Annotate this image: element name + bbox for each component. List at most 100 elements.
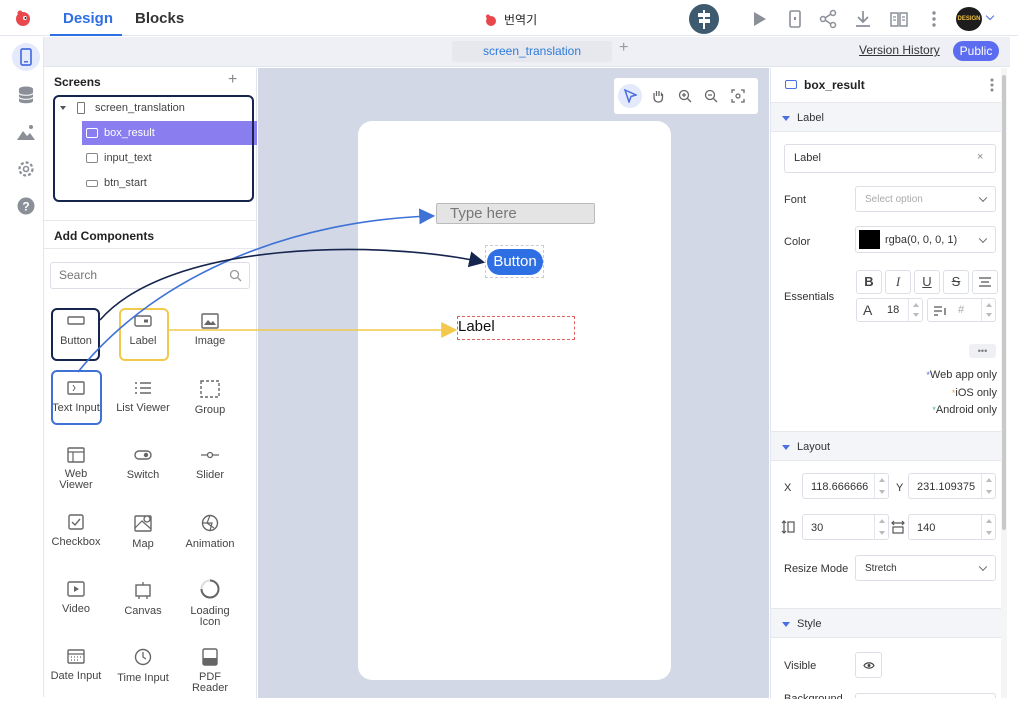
share-icon[interactable] bbox=[818, 9, 838, 29]
component-map[interactable]: Map bbox=[111, 514, 175, 550]
preview-button[interactable]: Button bbox=[487, 249, 543, 275]
guide-signpost-icon[interactable] bbox=[689, 4, 719, 34]
underline-button[interactable]: U bbox=[914, 270, 940, 294]
text-align-button[interactable] bbox=[972, 270, 998, 294]
fit-screen-icon[interactable] bbox=[731, 89, 745, 103]
component-canvas[interactable]: Canvas bbox=[111, 581, 175, 617]
component-label: Canvas bbox=[124, 605, 162, 617]
zoom-in-icon[interactable] bbox=[678, 89, 692, 103]
database-icon[interactable] bbox=[16, 85, 36, 105]
project-title: 번역기 bbox=[484, 11, 537, 28]
y-field[interactable]: 231.109375 bbox=[908, 473, 996, 499]
resize-mode-select[interactable]: Stretch bbox=[855, 555, 996, 581]
component-checkbox[interactable]: Checkbox bbox=[44, 514, 108, 548]
component-list-viewer[interactable]: List Viewer bbox=[111, 380, 175, 414]
tab-blocks[interactable]: Blocks bbox=[135, 10, 184, 27]
section-label-header[interactable]: Label bbox=[771, 102, 1003, 132]
resize-mode-label: Resize Mode bbox=[784, 563, 849, 575]
italic-button[interactable]: I bbox=[885, 270, 911, 294]
svg-text:?: ? bbox=[22, 200, 29, 214]
component-label: Animation bbox=[185, 538, 235, 550]
tab-screen-translation[interactable]: screen_translation bbox=[452, 41, 612, 62]
add-screen-button[interactable]: + bbox=[228, 71, 237, 89]
width-field[interactable]: 140 bbox=[908, 514, 996, 540]
public-button[interactable]: Public bbox=[953, 41, 999, 61]
stepper-arrows[interactable] bbox=[981, 474, 995, 498]
component-loading-icon[interactable]: Loading Icon bbox=[178, 578, 242, 628]
stepper-arrows[interactable] bbox=[874, 515, 888, 539]
stepper-arrows[interactable] bbox=[981, 515, 995, 539]
device-preview-icon[interactable] bbox=[785, 9, 805, 29]
component-time-input[interactable]: Time Input bbox=[111, 648, 175, 684]
line-height-placeholder: # bbox=[958, 304, 965, 316]
visible-toggle[interactable] bbox=[855, 652, 882, 678]
pdf-icon bbox=[202, 648, 218, 666]
group-component-icon bbox=[200, 380, 220, 398]
image-component-icon bbox=[201, 313, 219, 329]
scrollbar-thumb[interactable] bbox=[1002, 75, 1006, 530]
user-avatar[interactable]: DESIGN bbox=[956, 7, 982, 31]
height-value: 30 bbox=[811, 522, 824, 534]
height-field[interactable]: 30 bbox=[802, 514, 889, 540]
screens-phone-icon[interactable] bbox=[16, 47, 36, 67]
assets-image-icon[interactable] bbox=[16, 123, 36, 143]
line-height-field[interactable]: # bbox=[927, 298, 996, 322]
chevron-down-icon[interactable] bbox=[985, 11, 995, 21]
x-field[interactable]: 118.666666 bbox=[802, 473, 889, 499]
settings-gear-icon[interactable] bbox=[16, 159, 36, 179]
app-logo-icon[interactable] bbox=[14, 9, 32, 27]
stepper-arrows[interactable] bbox=[908, 299, 922, 321]
component-pdf-reader[interactable]: PDF Reader bbox=[178, 648, 242, 694]
book-icon[interactable] bbox=[889, 9, 909, 29]
color-swatch bbox=[859, 230, 880, 249]
component-label: Date Input bbox=[50, 670, 102, 682]
zoom-out-icon[interactable] bbox=[704, 89, 718, 103]
preview-label-selected[interactable]: Label bbox=[457, 316, 575, 340]
bold-button[interactable]: B bbox=[856, 270, 882, 294]
preview-text-input[interactable]: Type here bbox=[436, 203, 595, 224]
play-icon[interactable] bbox=[749, 9, 769, 29]
help-icon[interactable]: ? bbox=[16, 196, 36, 216]
active-tab-indicator bbox=[50, 34, 122, 36]
version-history-link[interactable]: Version History bbox=[859, 43, 940, 57]
more-vertical-icon[interactable] bbox=[989, 77, 995, 93]
design-canvas[interactable]: Type here Button Label bbox=[258, 68, 769, 698]
tab-design[interactable]: Design bbox=[63, 10, 113, 27]
component-video[interactable]: Video bbox=[44, 581, 108, 615]
component-image[interactable]: Image bbox=[178, 313, 242, 347]
add-screen-tab-button[interactable]: + bbox=[619, 39, 628, 57]
button-highlight-box bbox=[51, 308, 100, 361]
section-title: Label bbox=[797, 112, 824, 124]
component-search[interactable] bbox=[50, 262, 250, 289]
project-logo-icon bbox=[486, 14, 496, 26]
component-slider[interactable]: Slider bbox=[178, 447, 242, 481]
component-switch[interactable]: Switch bbox=[111, 447, 175, 481]
section-title: Layout bbox=[797, 441, 831, 453]
strikethrough-button[interactable]: S bbox=[943, 270, 969, 294]
height-icon bbox=[781, 520, 795, 534]
background-field[interactable] bbox=[855, 693, 996, 698]
component-web-viewer[interactable]: Web Viewer bbox=[44, 447, 108, 491]
stepper-arrows[interactable] bbox=[981, 299, 995, 321]
chevron-down-icon bbox=[978, 234, 988, 243]
component-search-input[interactable] bbox=[59, 268, 219, 282]
more-options-button[interactable]: ••• bbox=[969, 344, 996, 358]
select-cursor-icon[interactable] bbox=[624, 89, 637, 103]
visible-label: Visible bbox=[784, 660, 817, 672]
color-picker[interactable]: rgba(0, 0, 0, 1) bbox=[855, 226, 996, 253]
pan-hand-icon[interactable] bbox=[651, 89, 665, 103]
clear-icon[interactable]: × bbox=[977, 151, 983, 163]
font-size-field[interactable]: A 18 bbox=[856, 298, 923, 322]
more-vertical-icon[interactable] bbox=[924, 9, 944, 29]
component-group[interactable]: Group bbox=[178, 380, 242, 416]
section-style-header[interactable]: Style bbox=[771, 608, 1003, 638]
download-icon[interactable] bbox=[853, 9, 873, 29]
stepper-arrows[interactable] bbox=[874, 474, 888, 498]
background-label: Background bbox=[784, 693, 843, 699]
component-date-input[interactable]: Date Input bbox=[44, 648, 108, 682]
component-animation[interactable]: Animation bbox=[178, 514, 242, 550]
section-layout-header[interactable]: Layout bbox=[771, 431, 1003, 461]
font-placeholder: Select option bbox=[865, 194, 923, 205]
label-text-field[interactable]: Label × bbox=[784, 144, 996, 173]
font-select[interactable]: Select option bbox=[855, 186, 996, 212]
